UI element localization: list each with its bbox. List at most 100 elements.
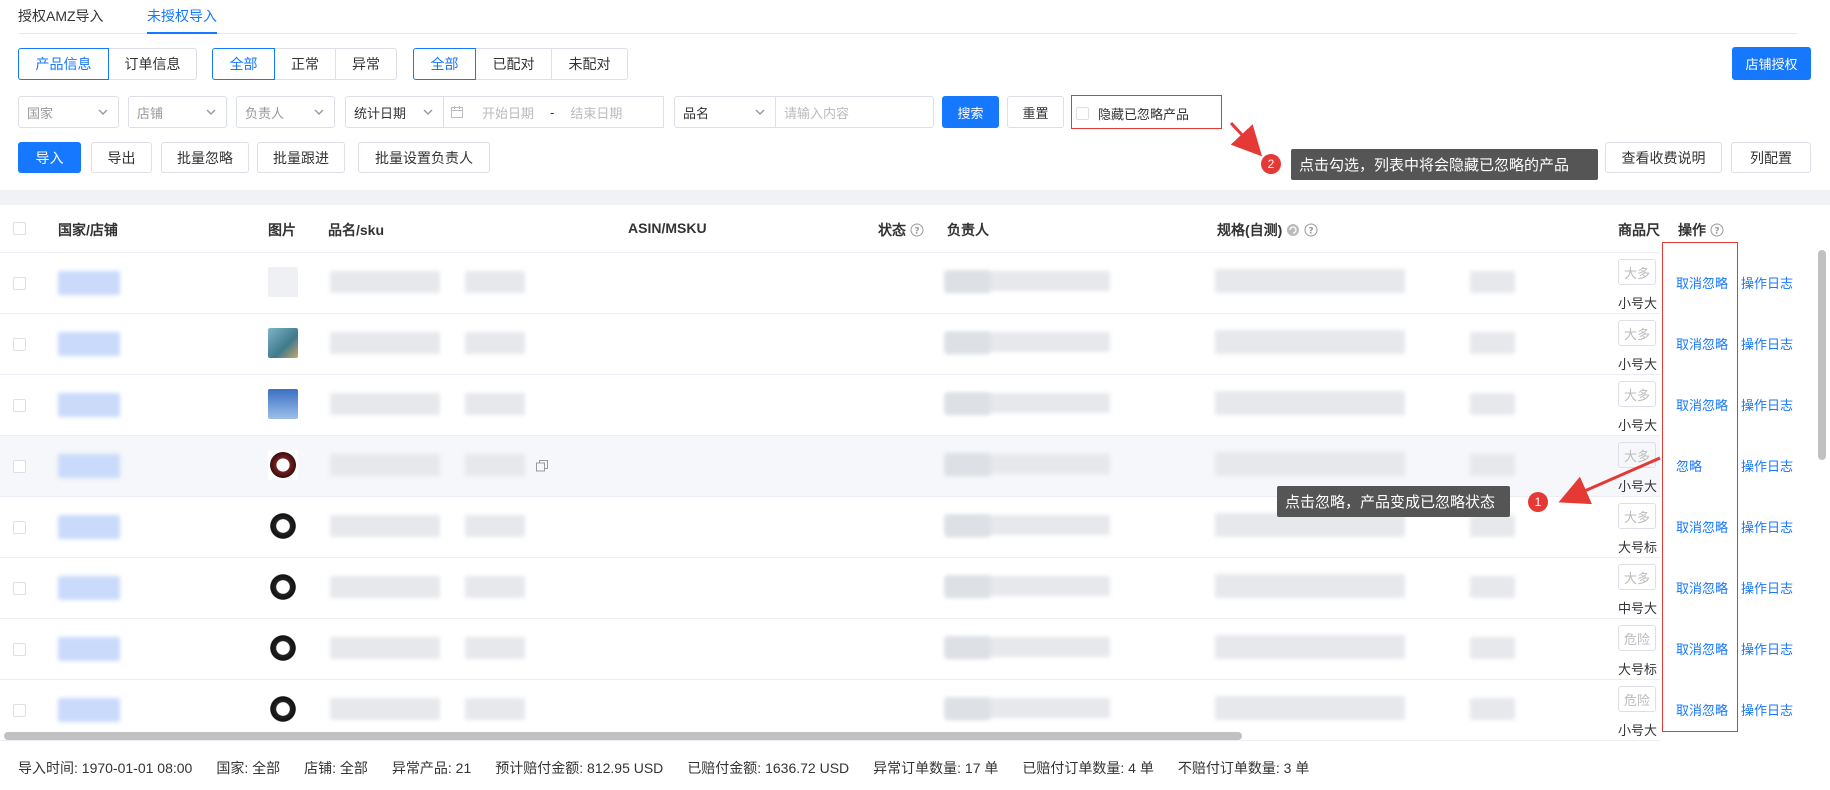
export-button[interactable]: 导出 [91,142,152,173]
size-cell: 小号大 [1618,479,1658,494]
spec-cell [1215,696,1405,720]
operation-log-link[interactable]: 操作日志 [1741,700,1793,719]
help-icon[interactable]: ? [910,223,924,237]
annotation-box-hide-ignored [1071,95,1222,129]
product-name-cell [330,332,440,354]
table-row[interactable]: 大多 小号大 [0,436,1830,497]
country-store-cell [58,393,120,417]
info-type-group: 产品信息 订单信息 [18,48,197,80]
footer-country: 国家: 全部 [216,759,281,776]
footer-est-compensation: 预计赔付金额: 812.95 USD [495,759,664,776]
status-abnormal-button[interactable]: 异常 [335,48,397,80]
col-name-sku: 品名/sku [328,222,385,238]
refresh-icon[interactable] [1286,223,1300,237]
row-checkbox[interactable] [13,277,26,290]
product-info-button[interactable]: 产品信息 [18,48,109,80]
table-row[interactable]: 大多 小号大 [0,253,1830,314]
country-store-cell [58,454,120,478]
match-all-button[interactable]: 全部 [413,48,476,80]
field-select[interactable]: 品名 [674,96,776,128]
chevron-down-icon [314,109,324,115]
table-row[interactable]: 大多 小号大 [0,375,1830,436]
spec-extra-cell [1470,271,1515,293]
operation-log-link[interactable]: 操作日志 [1741,395,1793,414]
footer-store: 店铺: 全部 [304,759,368,776]
row-checkbox[interactable] [13,704,26,717]
hazard-tag: 大多 [1618,259,1656,285]
help-icon[interactable]: ? [1304,223,1318,237]
column-config-button[interactable]: 列配置 [1731,142,1811,173]
owner-select[interactable]: 负责人 [236,96,335,128]
tab-authorized-import[interactable]: 授权AMZ导入 [18,6,104,34]
date-range-picker[interactable]: 开始日期 - 结束日期 [444,96,664,128]
store-auth-button[interactable]: 店铺授权 [1732,47,1811,80]
end-date-input[interactable]: 结束日期 [570,103,622,122]
table-row[interactable]: 大多 大号标 [0,497,1830,558]
footer-abnormal-orders: 异常订单数量: 17 单 [873,759,999,776]
hazard-tag: 大多 [1618,442,1656,468]
batch-follow-button[interactable]: 批量跟进 [257,142,345,173]
sku-cell [465,271,525,293]
country-store-cell [58,271,120,295]
col-status: 状态 ? [878,220,924,240]
operation-log-link[interactable]: 操作日志 [1741,639,1793,658]
hazard-tag: 危险 [1618,625,1656,651]
summary-footer: 导入时间: 1970-01-01 08:00 国家: 全部 店铺: 全部 异常产… [0,745,1830,790]
annotation-badge-1: 1 [1528,492,1548,512]
product-name-cell [330,576,440,598]
horizontal-scrollbar[interactable] [4,732,1242,740]
batch-ignore-button[interactable]: 批量忽略 [161,142,249,173]
col-asin-msku: ASIN/MSKU [628,220,707,236]
status-all-button[interactable]: 全部 [212,48,275,80]
search-button[interactable]: 搜索 [942,96,999,128]
footer-paid-orders: 已赔付订单数量: 4 单 [1022,759,1154,776]
fee-info-button[interactable]: 查看收费说明 [1605,142,1722,173]
table-row[interactable]: 大多 小号大 [0,314,1830,375]
unmatched-button[interactable]: 未配对 [551,48,628,80]
order-info-button[interactable]: 订单信息 [108,48,197,80]
status-cell [945,698,990,720]
date-type-select[interactable]: 统计日期 [345,96,444,128]
table-row[interactable]: 大多 中号大 [0,558,1830,619]
country-select[interactable]: 国家 [18,96,119,128]
table-row[interactable]: 危险 大号标 [0,619,1830,680]
operation-log-link[interactable]: 操作日志 [1741,456,1793,475]
annotation-tooltip-1: 点击忽略，产品变成已忽略状态 [1277,486,1510,517]
vertical-scrollbar[interactable] [1818,250,1826,460]
operation-log-link[interactable]: 操作日志 [1741,517,1793,536]
reset-button[interactable]: 重置 [1007,96,1064,128]
footer-paid-compensation: 已赔付金额: 1636.72 USD [687,759,850,776]
row-checkbox[interactable] [13,399,26,412]
product-name-cell [330,454,440,476]
row-checkbox[interactable] [13,582,26,595]
status-cell [945,637,990,659]
search-input[interactable]: 请输入内容 [775,96,934,128]
status-cell [945,271,990,293]
spec-cell [1215,391,1405,415]
store-select-label: 店铺 [137,105,164,121]
help-icon[interactable]: ? [1710,223,1724,237]
col-image: 图片 [268,222,296,238]
country-store-cell [58,515,120,539]
hazard-tag: 危险 [1618,686,1656,712]
row-checkbox[interactable] [13,460,26,473]
import-button[interactable]: 导入 [18,142,81,173]
select-all-checkbox[interactable] [13,222,26,235]
copy-icon[interactable] [535,459,549,473]
row-checkbox[interactable] [13,521,26,534]
operation-log-link[interactable]: 操作日志 [1741,334,1793,353]
operation-log-link[interactable]: 操作日志 [1741,578,1793,597]
status-cell [945,393,990,415]
spec-extra-cell [1470,332,1515,354]
row-checkbox[interactable] [13,338,26,351]
tab-unauthorized-import[interactable]: 未授权导入 [147,6,217,34]
matched-button[interactable]: 已配对 [475,48,552,80]
spec-cell [1215,330,1405,354]
operation-log-link[interactable]: 操作日志 [1741,273,1793,292]
batch-set-owner-button[interactable]: 批量设置负责人 [358,142,490,173]
start-date-input[interactable]: 开始日期 [482,103,534,122]
product-table: 国家/店铺 图片 品名/sku ASIN/MSKU 状态 ? 负责人 规格(自测… [0,205,1830,745]
row-checkbox[interactable] [13,643,26,656]
store-select[interactable]: 店铺 [128,96,227,128]
status-normal-button[interactable]: 正常 [274,48,336,80]
